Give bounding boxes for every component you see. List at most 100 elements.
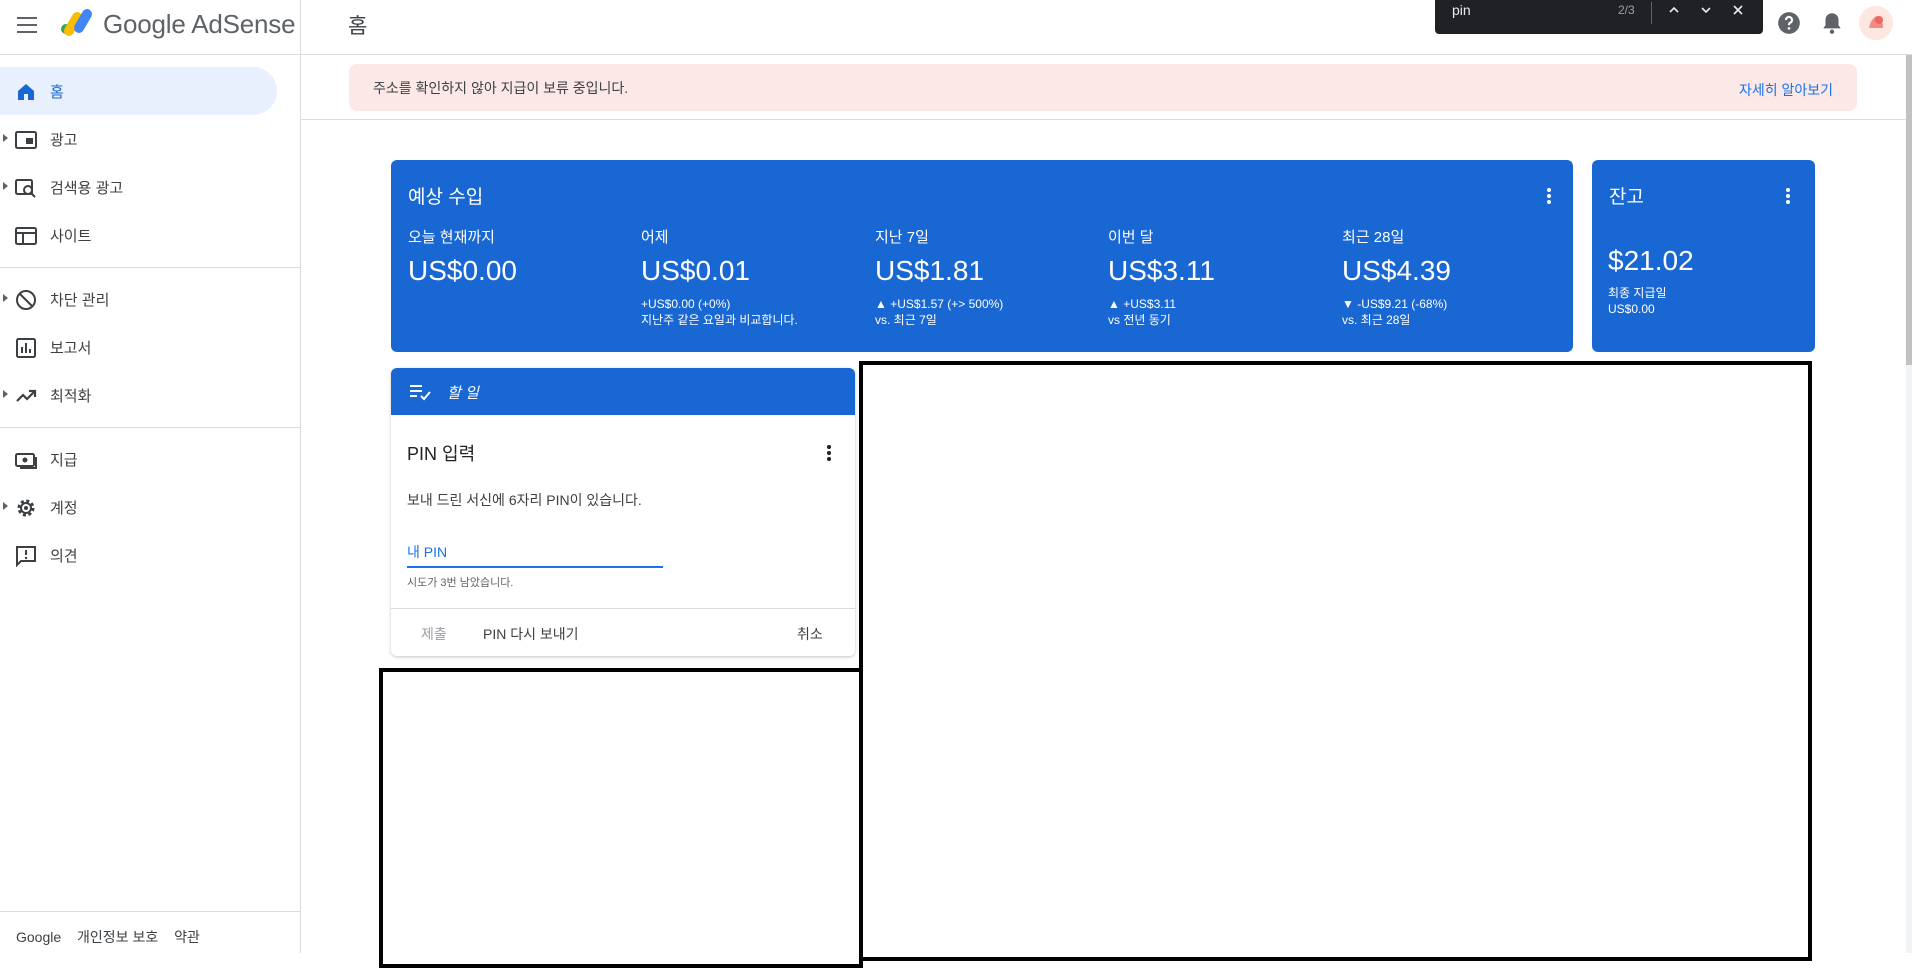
todo-card: 할 일 PIN 입력 보내 드린 서신에 6자리 PIN이 있습니다. 시도가 … (391, 368, 855, 656)
expand-caret-icon[interactable] (3, 134, 8, 142)
logo-google: Google (103, 9, 186, 39)
sidebar-item-label: 의견 (50, 548, 78, 565)
metric-value: US$0.00 (408, 255, 517, 286)
metric-yesterday: 어제 US$0.01 +US$0.00 (+0%) 지난주 같은 요일과 비교합니… (641, 226, 871, 328)
metric-delta: ▲ +US$1.57 (+> 500%) vs. 최근 7일 (875, 296, 1105, 328)
metric-compare: vs. 최근 7일 (875, 313, 937, 327)
sidebar-item-payments[interactable]: 지급 (0, 435, 277, 483)
logo-text: Google AdSense (103, 9, 296, 40)
block-icon (16, 290, 36, 310)
learn-more-link[interactable]: 자세히 알아보기 (1739, 80, 1833, 100)
metric-value: US$4.39 (1342, 255, 1451, 286)
metric-value: US$1.81 (875, 255, 984, 286)
find-bar: pin 2/3 (1435, 0, 1763, 34)
expand-caret-icon[interactable] (3, 294, 8, 302)
top-app-bar: Google AdSense 홈 pin 2/3 (0, 0, 1912, 55)
more-options-icon[interactable] (826, 443, 832, 463)
expand-caret-icon[interactable] (3, 502, 8, 510)
notifications-bell-icon[interactable] (1819, 10, 1845, 36)
sidebar-item-optimization[interactable]: 최적화 (0, 371, 277, 419)
footer-terms-link[interactable]: 약관 (174, 929, 200, 945)
sidebar-item-reports[interactable]: 보고서 (0, 323, 277, 371)
sidebar-item-label: 홈 (50, 84, 64, 101)
sidebar-item-search-ads[interactable]: 검색용 광고 (0, 163, 277, 211)
sidebar-item-label: 검색용 광고 (50, 180, 124, 197)
metric-delta-value: ▲ +US$3.11 (1108, 297, 1177, 311)
sidebar-divider (0, 427, 301, 428)
alert-divider (301, 119, 1906, 120)
metric-compare: vs. 최근 28일 (1342, 313, 1411, 327)
earnings-title: 예상 수입 (408, 187, 484, 208)
resend-pin-button[interactable]: PIN 다시 보내기 (483, 624, 579, 644)
metric-compare: 지난주 같은 요일과 비교합니다. (641, 313, 798, 327)
checklist-icon (410, 385, 431, 401)
find-query[interactable]: pin (1452, 2, 1471, 18)
todo-header-label: 할 일 (447, 385, 479, 402)
metric-label: 최근 28일 (1342, 229, 1405, 246)
ads-icon (15, 131, 37, 149)
sidebar-item-blocking-controls[interactable]: 차단 관리 (0, 275, 277, 323)
balance-title: 잔고 (1609, 187, 1644, 208)
metric-value: US$3.11 (1108, 255, 1215, 286)
estimated-earnings-card: 예상 수입 오늘 현재까지 US$0.00 어제 US$0.01 +US$0.0… (391, 160, 1573, 352)
sidebar-item-feedback[interactable]: 의견 (0, 531, 277, 579)
sidebar-item-account[interactable]: 계정 (0, 483, 277, 531)
sidebar-item-label: 계정 (50, 500, 78, 517)
sidebar-item-sites[interactable]: 사이트 (0, 211, 277, 259)
find-next-icon[interactable] (1693, 0, 1719, 24)
logo-product: AdSense (191, 9, 296, 39)
sidebar-item-label: 차단 관리 (50, 292, 110, 309)
pin-attempts-hint: 시도가 3번 남았습니다. (407, 577, 514, 589)
actions-divider (391, 608, 855, 609)
sidebar-item-label: 최적화 (50, 388, 92, 405)
last-payment: 최종 지급일 US$0.00 (1608, 285, 1667, 317)
more-options-icon[interactable] (1546, 186, 1552, 206)
find-previous-icon[interactable] (1661, 0, 1687, 24)
footer-google: Google (16, 929, 62, 945)
metric-today: 오늘 현재까지 US$0.00 (408, 226, 638, 287)
metric-delta: +US$0.00 (+0%) 지난주 같은 요일과 비교합니다. (641, 296, 871, 328)
metric-label: 오늘 현재까지 (408, 229, 495, 246)
metric-last-7-days: 지난 7일 US$1.81 ▲ +US$1.57 (+> 500%) vs. 최근… (875, 226, 1105, 328)
last-payment-label: 최종 지급일 (1608, 286, 1667, 300)
cancel-button[interactable]: 취소 (797, 624, 823, 644)
metric-delta-value: ▼ -US$9.21 (-68%) (1342, 297, 1448, 311)
sidebar-item-ads[interactable]: 광고 (0, 115, 277, 163)
expand-caret-icon[interactable] (3, 390, 8, 398)
balance-amount: $21.02 (1608, 245, 1694, 276)
sites-icon (15, 227, 37, 245)
alert-message: 주소를 확인하지 않아 지급이 보류 중입니다. (373, 80, 629, 96)
pin-description: 보내 드린 서신에 6자리 PIN이 있습니다. (407, 492, 642, 508)
metric-delta: ▲ +US$3.11 vs 전년 동기 (1108, 296, 1338, 328)
metric-delta-value: +US$0.00 (+0%) (641, 297, 731, 311)
find-count: 2/3 (1618, 3, 1635, 17)
metric-compare: vs 전년 동기 (1108, 313, 1171, 327)
account-avatar[interactable] (1859, 6, 1893, 40)
sidebar-item-label: 사이트 (50, 228, 92, 245)
pin-input[interactable] (407, 538, 663, 568)
submit-button[interactable]: 제출 (421, 624, 447, 644)
footer-privacy-link[interactable]: 개인정보 보호 (77, 929, 158, 945)
expand-caret-icon[interactable] (3, 182, 8, 190)
sidebar-divider (0, 267, 301, 268)
metric-delta: ▼ -US$9.21 (-68%) vs. 최근 28일 (1342, 296, 1572, 328)
gear-icon (17, 499, 35, 517)
sidebar-item-label: 보고서 (50, 340, 92, 357)
more-options-icon[interactable] (1785, 186, 1791, 206)
empty-frame-left (379, 668, 863, 968)
menu-icon[interactable] (14, 12, 40, 38)
payments-icon (15, 453, 37, 469)
pin-title: PIN 입력 (407, 444, 476, 464)
metric-value: US$0.01 (641, 255, 750, 286)
scrollbar-thumb[interactable] (1906, 55, 1912, 365)
help-icon[interactable] (1776, 10, 1802, 36)
topbar-divider (300, 0, 301, 55)
sidebar-item-home[interactable]: 홈 (0, 67, 277, 115)
reports-icon (16, 338, 36, 358)
metric-label: 어제 (641, 229, 669, 246)
sidebar-footer: Google 개인정보 보호 약관 (16, 927, 212, 947)
metric-label: 이번 달 (1108, 229, 1154, 246)
find-close-icon[interactable] (1725, 0, 1751, 24)
todo-header: 할 일 (391, 368, 855, 415)
metric-this-month: 이번 달 US$3.11 ▲ +US$3.11 vs 전년 동기 (1108, 226, 1338, 328)
